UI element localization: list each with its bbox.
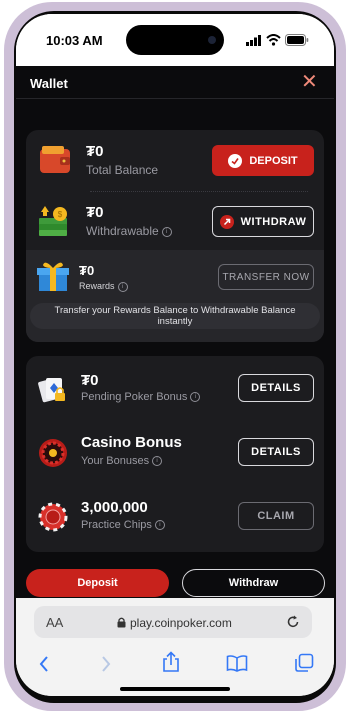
dynamic-island — [126, 25, 224, 55]
tabs-icon[interactable] — [294, 653, 314, 673]
phone-screen: 10:03 AM Wallet ✕ ₮0 Total Balance DEPOS… — [16, 14, 334, 696]
rewards-amount: ₮0 — [79, 263, 95, 278]
wallet-app: Wallet ✕ ₮0 Total Balance DEPOSIT $ ₮0 W… — [16, 66, 334, 598]
balance-card: ₮0 Total Balance DEPOSIT $ ₮0 Withdrawab… — [26, 130, 324, 342]
info-icon[interactable]: i — [190, 392, 201, 403]
total-balance-amount: ₮0 — [86, 143, 104, 160]
pending-bonus-amount: ₮0 — [81, 372, 99, 389]
camera-icon — [208, 36, 216, 44]
info-icon[interactable]: i — [154, 520, 165, 531]
home-indicator — [120, 687, 230, 691]
poker-cards-icon — [38, 378, 65, 403]
svg-text:$: $ — [58, 210, 63, 219]
total-balance-label: Total Balance — [86, 163, 159, 177]
chips-icon — [38, 502, 68, 532]
status-time: 10:03 AM — [46, 33, 103, 48]
info-icon[interactable]: i — [152, 456, 163, 467]
withdraw-button[interactable]: WITHDRAW — [212, 206, 314, 237]
pending-bonus-label: Pending Poker Bonus — [81, 391, 188, 403]
address-bar[interactable]: AA play.coinpoker.com — [34, 606, 312, 638]
withdraw-icon — [219, 214, 234, 229]
deposit-button[interactable]: DEPOSIT — [212, 145, 314, 176]
forward-icon[interactable] — [100, 655, 112, 673]
card-divider — [90, 191, 308, 192]
info-icon[interactable]: i — [117, 281, 128, 292]
wifi-icon — [266, 34, 281, 46]
deposit-button-label: DEPOSIT — [249, 154, 298, 167]
pending-bonus-label-row: Pending Poker Bonus i — [81, 391, 201, 403]
roulette-icon — [39, 439, 67, 467]
practice-chips-label: Practice Chips — [81, 519, 152, 531]
money-icon: $ — [39, 206, 67, 236]
casino-bonus-details-button[interactable]: DETAILS — [238, 438, 314, 466]
text-size-button[interactable]: AA — [46, 615, 63, 630]
gift-icon — [37, 262, 69, 291]
bookmarks-icon[interactable] — [226, 654, 248, 672]
rewards-panel: ₮0 Rewards i TRANSFER NOW Transfer your R… — [26, 250, 324, 342]
rewards-label: Rewards — [79, 281, 115, 291]
claim-button[interactable]: CLAIM — [238, 502, 314, 530]
status-bar: 10:03 AM — [16, 14, 334, 66]
rewards-label-row: Rewards i — [79, 281, 128, 292]
reload-icon[interactable] — [286, 615, 300, 629]
bonus-card: ₮0 Pending Poker Bonus i DETAILS Casino B… — [26, 356, 324, 552]
lock-icon — [117, 617, 126, 628]
header-divider — [16, 98, 334, 99]
url-text[interactable]: play.coinpoker.com — [130, 616, 232, 630]
wallet-title: Wallet — [30, 76, 68, 91]
casino-bonus-label: Your Bonuses — [81, 455, 150, 467]
back-icon[interactable] — [38, 655, 50, 673]
withdrawable-label: Withdrawable — [86, 224, 159, 238]
withdrawable-amount: ₮0 — [86, 204, 104, 221]
rewards-transfer-note: Transfer your Rewards Balance to Withdra… — [30, 303, 320, 329]
casino-bonus-title: Casino Bonus — [81, 434, 182, 451]
battery-icon — [285, 34, 309, 46]
safari-toolbar: AA play.coinpoker.com — [16, 598, 334, 696]
practice-chips-amount: 3,000,000 — [81, 499, 148, 516]
withdraw-button-label: WITHDRAW — [240, 215, 307, 228]
deposit-icon — [228, 153, 243, 168]
share-icon[interactable] — [162, 651, 180, 673]
footer-deposit-button[interactable]: Deposit — [26, 569, 169, 597]
footer-withdraw-button[interactable]: Withdraw — [182, 569, 325, 597]
casino-bonus-label-row: Your Bonuses i — [81, 455, 163, 467]
info-icon[interactable]: i — [161, 226, 172, 237]
withdrawable-label-row: Withdrawable i — [86, 224, 172, 238]
transfer-now-button[interactable]: TRANSFER NOW — [218, 264, 314, 290]
wallet-icon — [40, 146, 70, 173]
close-icon[interactable]: ✕ — [301, 72, 318, 92]
pending-bonus-details-button[interactable]: DETAILS — [238, 374, 314, 402]
practice-chips-label-row: Practice Chips i — [81, 519, 165, 531]
signal-icon — [246, 35, 261, 46]
